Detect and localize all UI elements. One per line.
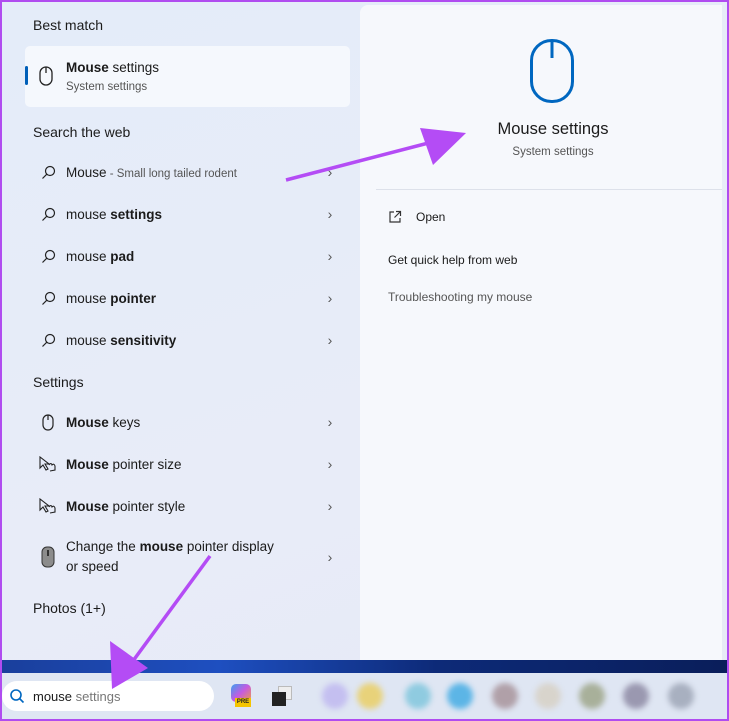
best-match-title-bold: Mouse bbox=[66, 60, 109, 75]
selection-indicator bbox=[25, 66, 28, 85]
item-bold: mouse bbox=[139, 539, 184, 554]
open-external-icon bbox=[389, 210, 402, 223]
pointer-hand-icon bbox=[38, 498, 58, 514]
search-suggestion: settings bbox=[72, 688, 121, 704]
search-icon bbox=[38, 249, 58, 264]
chevron-right-icon: › bbox=[327, 456, 333, 472]
item-bold: Mouse bbox=[66, 456, 109, 472]
settings-item-pointer-style[interactable]: Mouse pointer style › bbox=[25, 488, 350, 524]
item-label: mouse bbox=[66, 248, 111, 264]
chevron-right-icon: › bbox=[327, 206, 333, 222]
taskbar-app-icon[interactable] bbox=[405, 683, 431, 709]
mouse-icon bbox=[38, 413, 58, 431]
taskbar-app-icon[interactable] bbox=[322, 683, 348, 709]
copilot-pre-badge: PRE bbox=[235, 698, 251, 707]
task-view-icon[interactable] bbox=[272, 686, 292, 706]
best-match-header: Best match bbox=[33, 17, 104, 33]
settings-item-pointer-size[interactable]: Mouse pointer size › bbox=[25, 446, 350, 482]
web-result-item[interactable]: mouse sensitivity › bbox=[25, 322, 350, 358]
taskbar-app-icon[interactable] bbox=[357, 683, 383, 709]
web-result-item[interactable]: mouse settings › bbox=[25, 196, 350, 232]
chevron-right-icon: › bbox=[327, 164, 333, 180]
search-icon bbox=[38, 291, 58, 306]
preview-title: Mouse settings bbox=[497, 120, 609, 138]
copilot-icon[interactable]: PRE bbox=[229, 684, 253, 708]
item-label: mouse bbox=[66, 332, 111, 348]
taskbar-search-input[interactable]: mouse settings bbox=[2, 681, 214, 711]
item-bold: Mouse bbox=[66, 498, 109, 514]
item-bold: pad bbox=[110, 248, 135, 264]
item-subtext: - Small long tailed rodent bbox=[106, 167, 237, 180]
quick-help-header: Get quick help from web bbox=[388, 253, 518, 267]
item-label-pre: Change the bbox=[66, 539, 140, 554]
item-bold: Mouse bbox=[66, 414, 109, 430]
item-label: mouse bbox=[66, 290, 111, 306]
mouse-icon bbox=[530, 39, 574, 103]
mouse-device-icon bbox=[38, 546, 58, 568]
taskbar-app-icon[interactable] bbox=[668, 683, 694, 709]
search-icon bbox=[10, 689, 25, 704]
item-label: Mouse bbox=[66, 164, 107, 180]
taskbar-app-icon[interactable] bbox=[492, 683, 518, 709]
item-bold: settings bbox=[110, 206, 163, 222]
taskbar-app-icon[interactable] bbox=[623, 683, 649, 709]
item-bold: pointer bbox=[110, 290, 157, 306]
pointer-hand-icon bbox=[38, 456, 58, 472]
troubleshoot-link[interactable]: Troubleshooting my mouse bbox=[388, 290, 532, 304]
mouse-icon bbox=[39, 66, 53, 86]
chevron-right-icon: › bbox=[327, 498, 333, 514]
preview-subtitle: System settings bbox=[512, 146, 594, 158]
chevron-right-icon: › bbox=[327, 332, 333, 348]
web-result-item[interactable]: Mouse - Small long tailed rodent › bbox=[25, 154, 350, 190]
best-match-title: settings bbox=[108, 60, 160, 75]
chevron-right-icon: › bbox=[327, 290, 333, 306]
item-label-line2: or speed bbox=[66, 559, 119, 574]
best-match-mouse-settings[interactable]: Mouse settings System settings bbox=[25, 46, 350, 107]
taskbar-app-icon[interactable] bbox=[579, 683, 605, 709]
item-label: pointer display bbox=[183, 539, 274, 554]
search-typed-text: mouse bbox=[33, 688, 73, 704]
chevron-right-icon: › bbox=[327, 414, 333, 430]
open-action[interactable]: Open bbox=[388, 210, 445, 224]
search-icon bbox=[38, 165, 58, 180]
open-label: Open bbox=[416, 210, 446, 224]
web-result-item[interactable]: mouse pad › bbox=[25, 238, 350, 274]
search-icon bbox=[38, 207, 58, 222]
taskbar-app-icon[interactable] bbox=[447, 683, 473, 709]
search-web-header: Search the web bbox=[33, 124, 131, 140]
item-label: keys bbox=[108, 414, 141, 430]
settings-item-mouse-keys[interactable]: Mouse keys › bbox=[25, 404, 350, 440]
chevron-right-icon: › bbox=[327, 248, 333, 264]
item-label: pointer style bbox=[108, 498, 186, 514]
photos-header[interactable]: Photos (1+) bbox=[33, 600, 106, 616]
search-icon bbox=[38, 333, 58, 348]
best-match-subtitle: System settings bbox=[66, 81, 148, 93]
settings-header: Settings bbox=[33, 374, 84, 390]
settings-item-pointer-display[interactable]: Change the mouse pointer display or speed… bbox=[25, 536, 350, 578]
web-result-item[interactable]: mouse pointer › bbox=[25, 280, 350, 316]
item-label: mouse bbox=[66, 206, 111, 222]
divider bbox=[376, 189, 722, 190]
item-label: pointer size bbox=[108, 456, 182, 472]
preview-pane: Mouse settings System settings Open Get … bbox=[360, 5, 722, 660]
desktop-wallpaper bbox=[2, 660, 727, 673]
chevron-right-icon: › bbox=[327, 549, 333, 565]
item-bold: sensitivity bbox=[110, 332, 177, 348]
taskbar-app-icon[interactable] bbox=[535, 683, 561, 709]
